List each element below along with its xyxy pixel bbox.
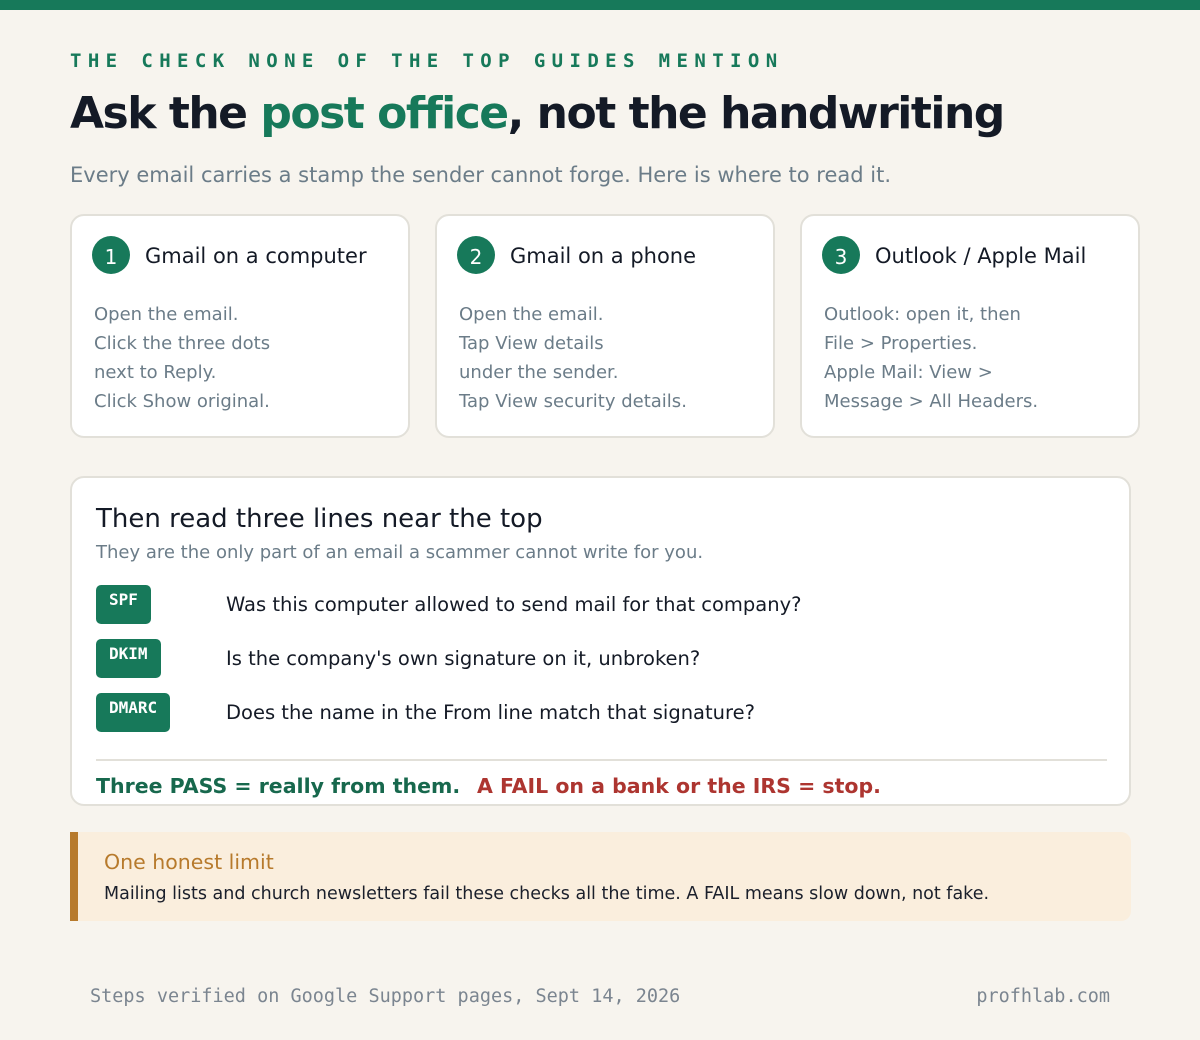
card-step-line: under the sender. [459,362,619,383]
top-accent-bar [0,0,1200,10]
card-title: Gmail on a phone [510,244,697,268]
card-step-line: Click Show original. [94,391,270,412]
card-step-line: Open the email. [459,304,604,325]
card-gmail-phone: 2 Gmail on a phone Open the email. Tap V… [435,214,775,438]
step-number-badge: 1 [92,236,130,274]
dmarc-badge: DMARC [96,693,171,732]
card-steps: Outlook: open it, then File > Properties… [824,300,1038,416]
header-check-panel: Then read three lines near the top They … [70,476,1131,806]
callout-title: One honest limit [104,850,274,874]
card-title: Outlook / Apple Mail [875,244,1087,268]
kicker: THE CHECK NONE OF THE TOP GUIDES MENTION [70,50,784,72]
spf-badge: SPF [96,585,151,624]
headline: Ask the post office, not the handwriting [70,88,1006,139]
check-question: Was this computer allowed to send mail f… [226,593,802,616]
card-steps: Open the email. Click the three dots nex… [94,300,270,416]
step-number-badge: 2 [457,236,495,274]
card-step-line: File > Properties. [824,333,978,354]
check-row-dmarc: DMARC Does the name in the From line mat… [96,693,1056,733]
card-outlook-apple-mail: 3 Outlook / Apple Mail Outlook: open it,… [800,214,1140,438]
footer-site: profhlab.com [976,986,1110,1007]
card-steps: Open the email. Tap View details under t… [459,300,687,416]
card-step-line: Open the email. [94,304,239,325]
card-step-line: Outlook: open it, then [824,304,1021,325]
card-step-line: next to Reply. [94,362,217,383]
fail-verdict: A FAIL on a bank or the IRS = stop. [477,774,881,798]
headline-accent: post office [260,88,509,139]
card-step-line: Message > All Headers. [824,391,1039,412]
panel-title: Then read three lines near the top [96,504,543,534]
card-step-line: Apple Mail: View > [824,362,993,383]
headline-part2: , not the handwriting [507,88,1006,139]
footer-source-note: Steps verified on Google Support pages, … [90,986,681,1007]
honest-limit-callout: One honest limit Mailing lists and churc… [70,832,1131,921]
card-gmail-computer: 1 Gmail on a computer Open the email. Cl… [70,214,410,438]
check-row-dkim: DKIM Is the company's own signature on i… [96,639,1056,679]
card-step-line: Click the three dots [94,333,271,354]
card-step-line: Tap View security details. [459,391,687,412]
dkim-badge: DKIM [96,639,161,678]
card-step-line: Tap View details [459,333,604,354]
subhead: Every email carries a stamp the sender c… [70,163,892,187]
check-row-spf: SPF Was this computer allowed to send ma… [96,585,1056,625]
step-number-badge: 3 [822,236,860,274]
divider [96,759,1107,761]
card-title: Gmail on a computer [145,244,367,268]
callout-text: Mailing lists and church newsletters fai… [104,884,990,904]
pass-verdict: Three PASS = really from them. [96,774,461,798]
check-question: Does the name in the From line match tha… [226,701,755,724]
panel-subtitle: They are the only part of an email a sca… [96,542,704,563]
headline-part1: Ask the [70,88,261,139]
check-question: Is the company's own signature on it, un… [226,647,701,670]
